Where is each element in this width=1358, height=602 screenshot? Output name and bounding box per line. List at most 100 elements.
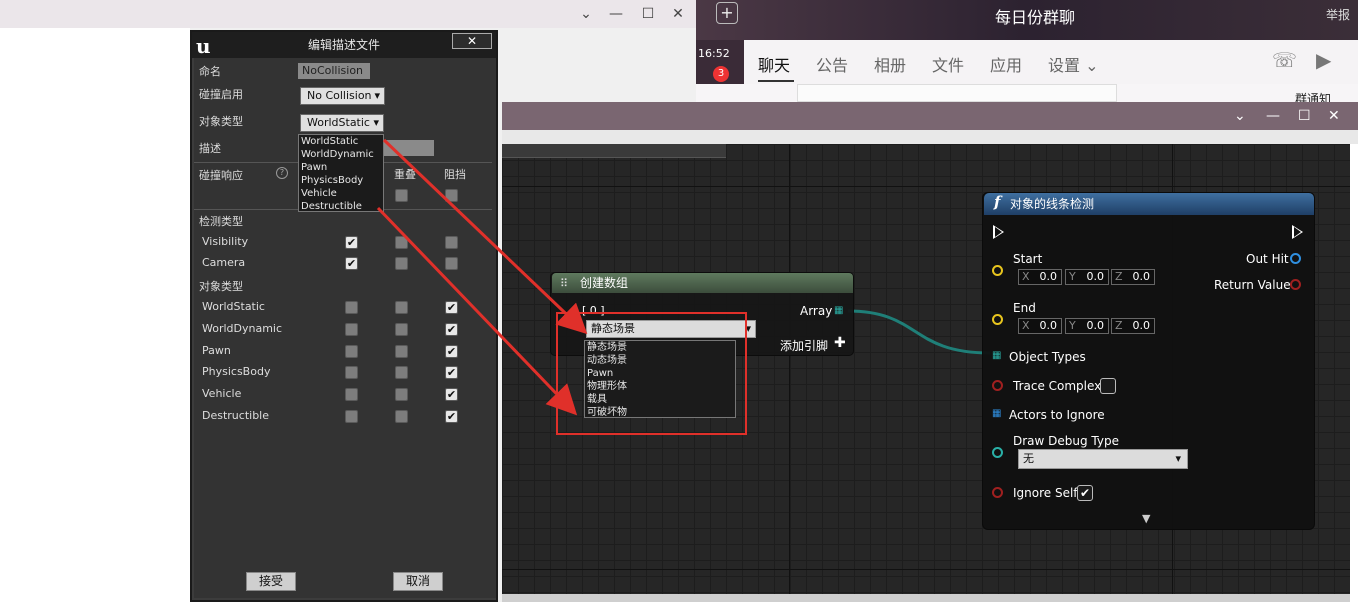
phone-icon[interactable]: ☏ bbox=[1272, 48, 1297, 72]
end-x-value: 0.0 bbox=[1039, 319, 1058, 332]
add-pin-button[interactable]: 添加引脚 bbox=[780, 337, 828, 354]
dialog-close-button[interactable]: ✕ bbox=[452, 33, 492, 49]
chevron-down-icon[interactable]: ⌄ bbox=[576, 4, 596, 24]
ignore-checkbox[interactable] bbox=[345, 301, 358, 314]
draw-debug-pin-icon[interactable] bbox=[992, 447, 1003, 458]
block-checkbox[interactable] bbox=[445, 236, 458, 249]
help-icon[interactable]: ? bbox=[276, 167, 288, 179]
close-icon[interactable]: ✕ bbox=[668, 4, 688, 24]
return-value-pin-icon[interactable] bbox=[1290, 279, 1301, 290]
dropdown-option[interactable]: PhysicsBody bbox=[299, 174, 383, 187]
block-checkbox[interactable]: ✔ bbox=[445, 301, 458, 314]
editor-window-titlebar bbox=[502, 102, 1358, 130]
ignore-checkbox[interactable] bbox=[345, 323, 358, 336]
end-pin-icon[interactable] bbox=[992, 314, 1003, 325]
overlap-checkbox[interactable] bbox=[395, 366, 408, 379]
overlap-checkbox[interactable] bbox=[395, 388, 408, 401]
overlap-checkbox[interactable] bbox=[395, 301, 408, 314]
overlap-checkbox[interactable] bbox=[395, 410, 408, 423]
out-hit-pin-icon[interactable] bbox=[1290, 253, 1301, 264]
plus-icon[interactable]: ✚ bbox=[834, 335, 846, 351]
tab-announcements[interactable]: 公告 bbox=[816, 52, 848, 76]
overlap-checkbox[interactable] bbox=[395, 236, 408, 249]
end-z-value: 0.0 bbox=[1132, 319, 1151, 332]
ignore-checkbox[interactable] bbox=[345, 366, 358, 379]
chat-image-thumbnail[interactable] bbox=[797, 84, 1117, 102]
tab-files[interactable]: 文件 bbox=[932, 52, 964, 76]
name-field[interactable]: NoCollision bbox=[298, 63, 370, 79]
ignore-checkbox[interactable] bbox=[345, 388, 358, 401]
description-field[interactable] bbox=[378, 140, 434, 156]
ignore-checkbox[interactable]: ✔ bbox=[345, 257, 358, 270]
report-link[interactable]: 举报 bbox=[1326, 6, 1350, 23]
panel-resize-grip[interactable] bbox=[502, 144, 726, 158]
ignore-self-label: Ignore Self bbox=[1013, 486, 1078, 500]
exec-in-pin-icon[interactable] bbox=[993, 225, 1004, 239]
tab-settings[interactable]: 设置 ⌄ bbox=[1048, 52, 1099, 76]
actors-to-ignore-pin-icon[interactable]: ▦ bbox=[992, 408, 1001, 419]
object-row-label: Pawn bbox=[202, 344, 231, 357]
overlap-all-checkbox[interactable] bbox=[395, 189, 408, 202]
actors-to-ignore-label: Actors to Ignore bbox=[1009, 408, 1105, 422]
end-x-field[interactable]: X 0.0 bbox=[1018, 318, 1062, 334]
ignore-checkbox[interactable]: ✔ bbox=[345, 236, 358, 249]
chevron-down-icon[interactable]: ⌄ bbox=[1234, 108, 1246, 124]
block-checkbox[interactable]: ✔ bbox=[445, 345, 458, 358]
overlap-checkbox[interactable] bbox=[395, 257, 408, 270]
block-checkbox[interactable]: ✔ bbox=[445, 323, 458, 336]
draw-debug-type-dropdown[interactable]: 无 bbox=[1018, 449, 1188, 469]
start-z-field[interactable]: Z 0.0 bbox=[1111, 269, 1155, 285]
start-y-value: 0.0 bbox=[1086, 270, 1105, 283]
unreal-logo-icon: u bbox=[196, 34, 211, 58]
dropdown-option[interactable]: Vehicle bbox=[299, 187, 383, 200]
trace-complex-pin-icon[interactable] bbox=[992, 380, 1003, 391]
start-x-value: 0.0 bbox=[1039, 270, 1058, 283]
function-icon: f bbox=[994, 193, 1001, 211]
maximize-icon[interactable]: ☐ bbox=[1298, 108, 1311, 124]
axis-label: X bbox=[1022, 270, 1030, 283]
expand-node-icon[interactable]: ▼ bbox=[1142, 512, 1150, 525]
overlap-checkbox[interactable] bbox=[395, 323, 408, 336]
dropdown-option[interactable]: WorldStatic bbox=[299, 135, 383, 148]
block-checkbox[interactable] bbox=[445, 257, 458, 270]
exec-out-pin-icon[interactable] bbox=[1292, 225, 1303, 239]
close-icon[interactable]: ✕ bbox=[1328, 108, 1340, 124]
dropdown-option[interactable]: WorldDynamic bbox=[299, 148, 383, 161]
video-call-icon[interactable]: ▶ bbox=[1316, 48, 1331, 72]
ignore-self-pin-icon[interactable] bbox=[992, 487, 1003, 498]
object-type-dropdown[interactable]: WorldStatic bbox=[300, 114, 384, 132]
end-z-field[interactable]: Z 0.0 bbox=[1111, 318, 1155, 334]
tab-apps[interactable]: 应用 bbox=[990, 52, 1022, 76]
array-output-pin-icon[interactable]: ▦ bbox=[834, 305, 843, 316]
end-y-value: 0.0 bbox=[1086, 319, 1105, 332]
overlap-checkbox[interactable] bbox=[395, 345, 408, 358]
ignore-checkbox[interactable] bbox=[345, 345, 358, 358]
add-icon[interactable]: + bbox=[716, 2, 738, 24]
start-y-field[interactable]: Y 0.0 bbox=[1065, 269, 1109, 285]
cancel-button[interactable]: 取消 bbox=[393, 572, 443, 591]
ignore-checkbox[interactable] bbox=[345, 410, 358, 423]
start-pin-icon[interactable] bbox=[992, 265, 1003, 276]
trace-types-label: 检测类型 bbox=[199, 215, 243, 228]
object-types-pin-icon[interactable]: ▦ bbox=[992, 350, 1001, 361]
dropdown-option[interactable]: Pawn bbox=[299, 161, 383, 174]
ignore-self-checkbox[interactable]: ✔ bbox=[1077, 485, 1093, 501]
start-x-field[interactable]: X 0.0 bbox=[1018, 269, 1062, 285]
dropdown-option[interactable]: Destructible bbox=[299, 200, 383, 213]
block-checkbox[interactable]: ✔ bbox=[445, 366, 458, 379]
tab-chat[interactable]: 聊天 bbox=[758, 52, 790, 76]
trace-complex-checkbox[interactable] bbox=[1100, 378, 1116, 394]
minimize-icon[interactable]: — bbox=[1266, 108, 1280, 124]
accept-button[interactable]: 接受 bbox=[246, 572, 296, 591]
line-trace-title: 对象的线条检测 bbox=[984, 193, 1314, 215]
collision-enabled-dropdown[interactable]: No Collision bbox=[300, 87, 385, 105]
block-all-checkbox[interactable] bbox=[445, 189, 458, 202]
object-type-dropdown-list[interactable]: WorldStatic WorldDynamic Pawn PhysicsBod… bbox=[298, 134, 384, 212]
minimize-icon[interactable]: — bbox=[606, 4, 626, 24]
tab-album[interactable]: 相册 bbox=[874, 52, 906, 76]
block-checkbox[interactable]: ✔ bbox=[445, 410, 458, 423]
block-checkbox[interactable]: ✔ bbox=[445, 388, 458, 401]
end-y-field[interactable]: Y 0.0 bbox=[1065, 318, 1109, 334]
name-label: 命名 bbox=[199, 65, 221, 78]
maximize-icon[interactable]: ☐ bbox=[638, 4, 658, 24]
